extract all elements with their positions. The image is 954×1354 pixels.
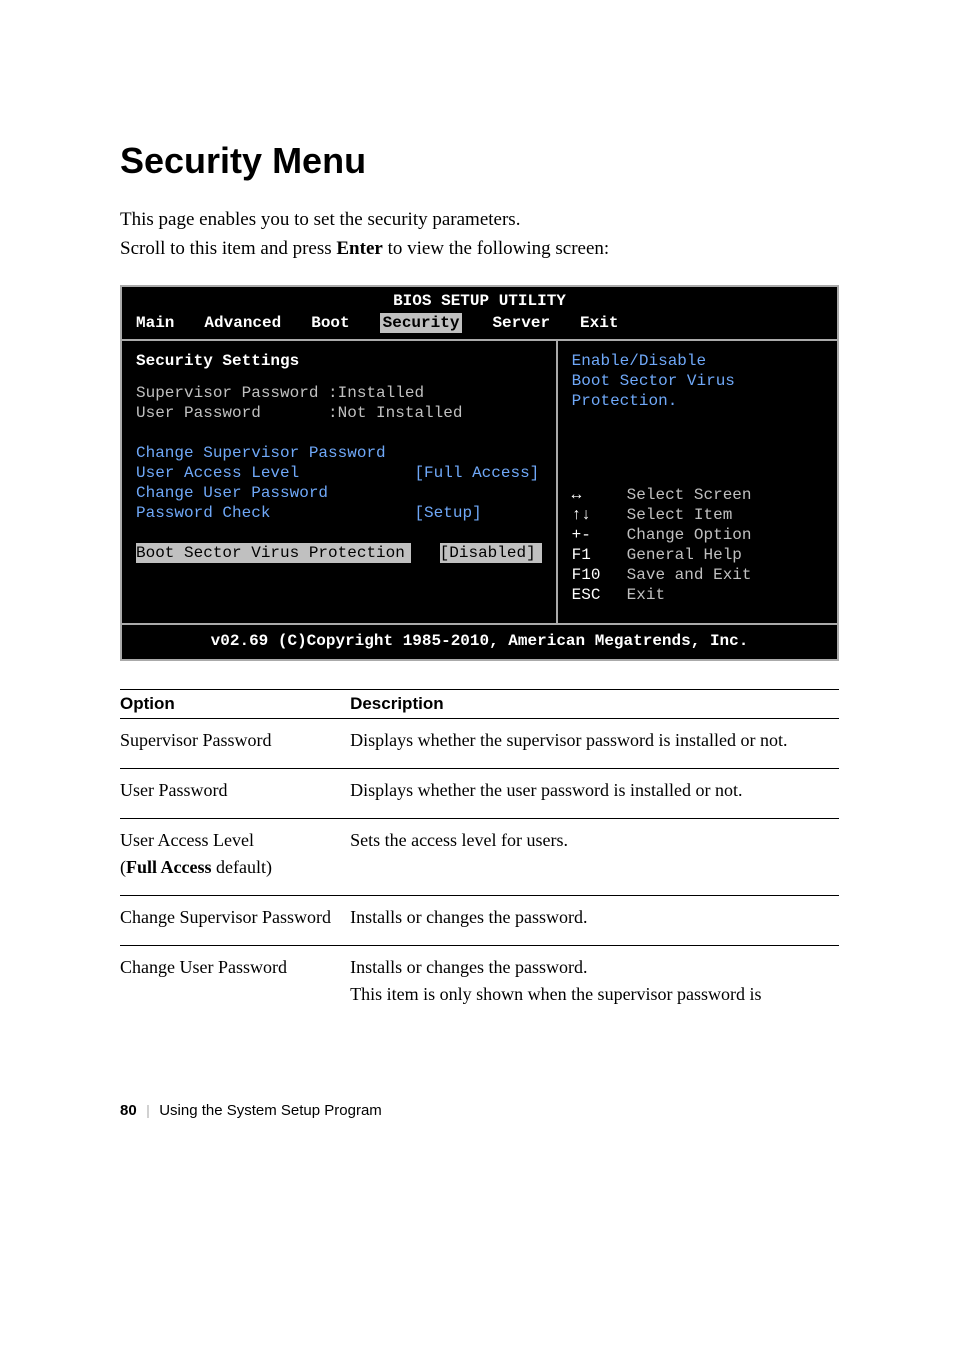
item-password-check-value[interactable]: [Setup] [414, 504, 481, 522]
opt-ual-post: default) [212, 857, 272, 877]
desc-change-supervisor-password: Installs or changes the password. [350, 896, 839, 946]
help-text-line1: Enable/Disable [572, 351, 823, 371]
item-change-user-password[interactable]: Change User Password [136, 483, 542, 503]
item-boot-sector-virus[interactable]: Boot Sector Virus Protection [136, 543, 411, 563]
supervisor-password-value: Installed [338, 384, 424, 402]
user-password-label: User Password : [136, 404, 338, 422]
opt-supervisor-password: Supervisor Password [120, 719, 350, 769]
key-f1: F1 [572, 545, 627, 565]
th-option: Option [120, 690, 350, 719]
item-user-access-level-value[interactable]: [Full Access] [414, 464, 539, 482]
table-row: Supervisor Password Displays whether the… [120, 719, 839, 769]
desc-supervisor-password: Displays whether the supervisor password… [350, 719, 839, 769]
opt-change-user-password: Change User Password [120, 946, 350, 1023]
desc-user-access-level: Sets the access level for users. [350, 819, 839, 896]
bios-left-pane: Security Settings Supervisor Password :I… [122, 341, 558, 623]
options-table: Option Description Supervisor Password D… [120, 689, 839, 1022]
table-row: User Password Displays whether the user … [120, 769, 839, 819]
item-user-access-level[interactable]: User Access Level [136, 464, 299, 482]
table-row: Change Supervisor Password Installs or c… [120, 896, 839, 946]
key-arrows-lr: ↔ [572, 485, 627, 505]
key-arrows-lr-desc: Select Screen [627, 485, 752, 505]
opt-change-supervisor-password: Change Supervisor Password [120, 896, 350, 946]
key-arrows-ud: ↑↓ [572, 505, 627, 525]
key-f10: F10 [572, 565, 627, 585]
tab-server[interactable]: Server [492, 313, 550, 333]
help-text-line3: Protection. [572, 391, 823, 411]
item-boot-sector-virus-value[interactable]: [Disabled] [440, 543, 542, 563]
key-plusminus-desc: Change Option [627, 525, 752, 545]
bios-tabs: Main Advanced Boot Security Server Exit [122, 311, 837, 339]
intro-line2a: Scroll to this item and press [120, 238, 336, 259]
opt-ual-bold: Full Access [126, 857, 212, 877]
opt-user-password: User Password [120, 769, 350, 819]
intro-enter: Enter [336, 238, 382, 259]
key-esc: ESC [572, 585, 627, 605]
th-description: Description [350, 690, 839, 719]
help-text-line2: Boot Sector Virus [572, 371, 823, 391]
footer-separator: | [146, 1103, 149, 1119]
opt-user-access-level: User Access Level (Full Access default) [120, 819, 350, 896]
key-plusminus: +- [572, 525, 627, 545]
spacer [299, 464, 414, 482]
tab-advanced[interactable]: Advanced [204, 313, 281, 333]
item-change-supervisor-password[interactable]: Change Supervisor Password [136, 443, 542, 463]
footer-section: Using the System Setup Program [159, 1102, 382, 1119]
bios-footer: v02.69 (C)Copyright 1985-2010, American … [122, 623, 837, 659]
spacer [411, 544, 440, 562]
bios-screenshot: BIOS SETUP UTILITY Main Advanced Boot Se… [120, 285, 839, 661]
user-password-value: Not Installed [338, 404, 463, 422]
key-arrows-ud-desc: Select Item [627, 505, 733, 525]
spacer [270, 504, 414, 522]
page-number: 80 [120, 1102, 137, 1119]
page-title: Security Menu [120, 140, 839, 182]
item-password-check[interactable]: Password Check [136, 504, 270, 522]
page-footer: 80 | Using the System Setup Program [120, 1102, 839, 1120]
table-row: User Access Level (Full Access default) … [120, 819, 839, 896]
table-row: Change User Password Installs or changes… [120, 946, 839, 1023]
key-esc-desc: Exit [627, 585, 665, 605]
desc-change-user-password: Installs or changes the password. This i… [350, 946, 839, 1023]
key-f10-desc: Save and Exit [627, 565, 752, 585]
intro-text: This page enables you to set the securit… [120, 206, 839, 263]
opt-ual-line1: User Access Level [120, 830, 254, 850]
tab-exit[interactable]: Exit [580, 313, 618, 333]
supervisor-password-label: Supervisor Password : [136, 384, 338, 402]
tab-main[interactable]: Main [136, 313, 174, 333]
bios-title: BIOS SETUP UTILITY [122, 287, 837, 311]
bios-right-pane: Enable/Disable Boot Sector Virus Protect… [558, 341, 837, 623]
key-help-list: ↔Select Screen ↑↓Select Item +-Change Op… [572, 485, 823, 605]
tab-boot[interactable]: Boot [311, 313, 349, 333]
intro-line2c: to view the following screen: [383, 238, 609, 259]
intro-line1: This page enables you to set the securit… [120, 209, 520, 230]
desc-user-password: Displays whether the user password is in… [350, 769, 839, 819]
key-f1-desc: General Help [627, 545, 742, 565]
tab-security[interactable]: Security [380, 313, 463, 333]
security-settings-heading: Security Settings [136, 351, 542, 371]
